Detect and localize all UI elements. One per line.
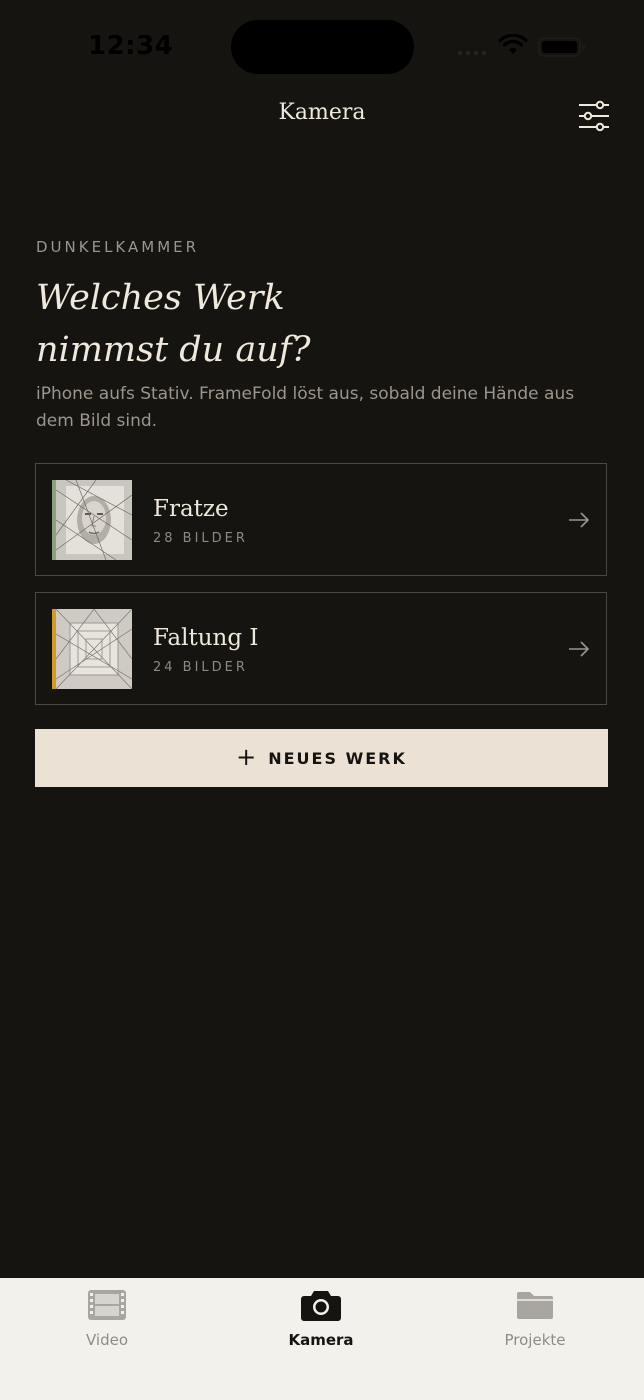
arrow-right-icon — [569, 641, 590, 657]
tab-label: Projekte — [504, 1331, 566, 1349]
nav-bar: Kamera — [0, 92, 644, 140]
plus-icon: + — [236, 742, 257, 771]
camera-icon — [301, 1291, 341, 1321]
folder-icon — [517, 1292, 553, 1319]
new-work-button[interactable]: + NEUES WERK — [35, 729, 608, 787]
work-card-faltung[interactable]: Faltung I 24 BILDER — [35, 592, 607, 705]
nav-title: Kamera — [278, 100, 366, 125]
sliders-icon[interactable] — [576, 100, 612, 132]
cellular-signal-icon — [458, 51, 486, 55]
status-time: 12:34 — [88, 31, 174, 61]
work-card-fratze[interactable]: Fratze 28 BILDER — [35, 463, 607, 576]
work-thumbnail — [56, 609, 132, 689]
tab-label: Video — [85, 1331, 129, 1349]
work-title: Fratze — [153, 496, 229, 522]
battery-icon — [538, 37, 585, 57]
section-eyebrow: DUNKELKAMMER — [36, 238, 200, 256]
film-icon — [88, 1290, 126, 1320]
work-title: Faltung I — [153, 625, 259, 651]
work-image-count: 24 BILDER — [153, 660, 248, 675]
arrow-right-icon — [569, 512, 590, 528]
tab-kamera[interactable]: Kamera — [214, 1288, 428, 1358]
tab-video[interactable]: Video — [0, 1288, 214, 1358]
page-headline: Welches Werk nimmst du auf? — [36, 278, 311, 370]
work-thumbnail — [56, 480, 132, 560]
wifi-icon — [498, 34, 528, 54]
page-subtitle: iPhone aufs Stativ. FrameFold löst aus, … — [36, 384, 575, 431]
tab-projekte[interactable]: Projekte — [428, 1288, 642, 1358]
new-work-label: NEUES WERK — [268, 748, 407, 768]
tab-label: Kamera — [288, 1331, 354, 1349]
tab-bar: Video Kamera Projekte — [0, 1278, 644, 1400]
work-image-count: 28 BILDER — [153, 531, 248, 546]
dynamic-island — [231, 20, 414, 74]
status-bar: 12:34 — [0, 0, 644, 92]
